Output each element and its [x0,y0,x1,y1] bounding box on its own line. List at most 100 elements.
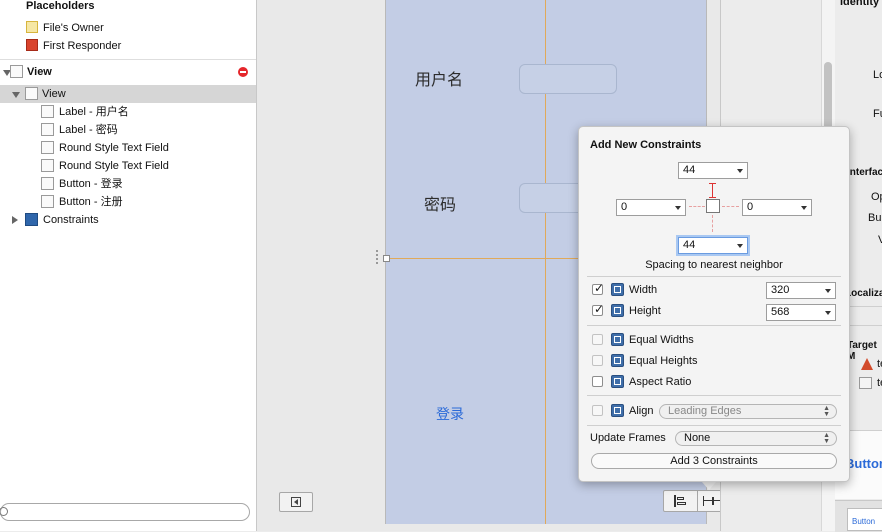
login-button[interactable]: 登录 [436,404,464,424]
view-icon [10,65,23,78]
top-pin-strut[interactable] [712,183,713,198]
equal-widths-checkbox[interactable] [592,334,603,345]
chevron-down-icon [737,169,743,173]
top-spacing-combo[interactable]: 44 [678,162,748,179]
disclosure-down-icon[interactable] [12,92,20,98]
text-field-icon [41,159,54,172]
update-frames-select[interactable]: None ▲ ▼ [675,431,837,446]
divider [0,59,256,60]
username-label[interactable]: 用户名 [415,66,463,90]
align-icon[interactable] [674,495,686,507]
target-name-2[interactable]: te [877,377,882,389]
equal-widths-icon [611,333,624,346]
equal-heights-icon [611,354,624,367]
align-checkbox[interactable] [592,405,603,416]
localization-label: Localizati [845,288,882,299]
selection-handle[interactable] [383,255,390,262]
button-icon [41,177,54,190]
popover-arrow [702,482,716,490]
app-target-icon [861,358,873,370]
equal-heights-label: Equal Heights [629,355,698,367]
updown-arrows-icon: ▲ ▼ [823,405,830,418]
cube-icon [26,21,38,33]
child-label: Button - 登录 [59,178,123,190]
child-label: Button - 注册 [59,196,123,208]
view-icon [25,87,38,100]
view-as-label: V [878,234,882,246]
placeholders-header: Placeholders [26,0,95,12]
text-field-icon [41,141,54,154]
update-frames-label: Update Frames [590,432,666,444]
view-group-label: View [27,66,52,78]
interface-label: Interfac [847,167,882,178]
username-text-field[interactable] [519,64,617,94]
opens-label: Op [871,191,882,203]
chevron-down-icon [737,244,743,248]
height-label: Height [629,305,661,317]
identity-label: Identity [840,0,880,8]
outline-item-constraints[interactable]: Constraints [0,211,256,229]
add-constraints-popover: Add New Constraints 44 0 0 44 Spacing to… [578,126,850,482]
aspect-ratio-checkbox[interactable] [592,376,603,387]
aspect-ratio-icon [611,375,624,388]
equal-heights-checkbox[interactable] [592,355,603,366]
left-spacing-combo[interactable]: 0 [616,199,686,216]
disclosure-right-icon[interactable] [12,216,18,224]
chevron-down-icon [825,289,831,293]
first-responder-icon [26,39,38,51]
right-pin-strut[interactable] [722,206,739,208]
child-label: Round Style Text Field [59,160,169,172]
constraints-icon [25,213,38,226]
location-label: Lo [873,69,882,81]
pin-target-box [706,199,720,213]
test-target-icon [859,377,872,389]
spacing-caption: Spacing to nearest neighbor [645,259,783,271]
password-label[interactable]: 密码 [424,191,456,215]
left-pin-strut[interactable] [689,206,705,208]
error-indicator-icon[interactable] [238,67,248,77]
aspect-ratio-label: Aspect Ratio [629,376,692,388]
child-label: Label - 用户名 [59,106,129,118]
full-path-label: Fu [873,108,882,120]
filter-icon [0,507,8,516]
width-value-combo[interactable]: 320 [766,282,836,299]
width-constraint-icon [611,283,624,296]
align-constraint-icon [611,404,624,417]
align-select[interactable]: Leading Edges ▲ ▼ [659,404,837,419]
chevron-down-icon [675,206,681,210]
outline-item-view-selected[interactable]: View [0,85,256,103]
label-icon [41,105,54,118]
chevron-down-icon [825,311,831,315]
bottom-spacing-combo[interactable]: 44 [678,237,748,254]
height-constraint-icon [611,304,624,317]
child-label: Round Style Text Field [59,142,169,154]
popover-title: Add New Constraints [590,139,702,151]
document-outline: Placeholders File's Owner First Responde… [0,0,257,531]
button-icon [41,195,54,208]
width-label: Width [629,284,658,296]
toggle-outline-button[interactable] [279,492,313,512]
add-constraints-button[interactable]: Add 3 Constraints [591,453,837,469]
align-label: Align [629,405,654,417]
first-responder-label: First Responder [43,40,122,52]
width-checkbox[interactable]: ✓ [592,281,604,295]
view-label: View [42,88,66,100]
bottom-pin-strut[interactable] [712,215,714,232]
chevron-down-icon [801,206,807,210]
outline-filter-field[interactable] [0,503,250,521]
panel-toggle-icon [291,497,301,507]
library-thumb-button[interactable]: Button [847,508,882,531]
height-checkbox[interactable]: ✓ [592,302,604,316]
label-icon [41,123,54,136]
resize-handle-icon[interactable] [376,250,381,264]
equal-widths-label: Equal Widths [629,334,694,346]
files-owner-label: File's Owner [43,22,104,34]
library-button-preview[interactable]: Button [845,456,882,471]
outline-item-view-group[interactable]: View [0,63,256,81]
height-value-combo[interactable]: 568 [766,304,836,321]
right-spacing-combo[interactable]: 0 [742,199,812,216]
updown-arrows-icon: ▲ ▼ [823,432,830,445]
constraints-label: Constraints [43,214,99,226]
child-label: Label - 密码 [59,124,118,136]
target-name-1[interactable]: te [877,358,882,370]
